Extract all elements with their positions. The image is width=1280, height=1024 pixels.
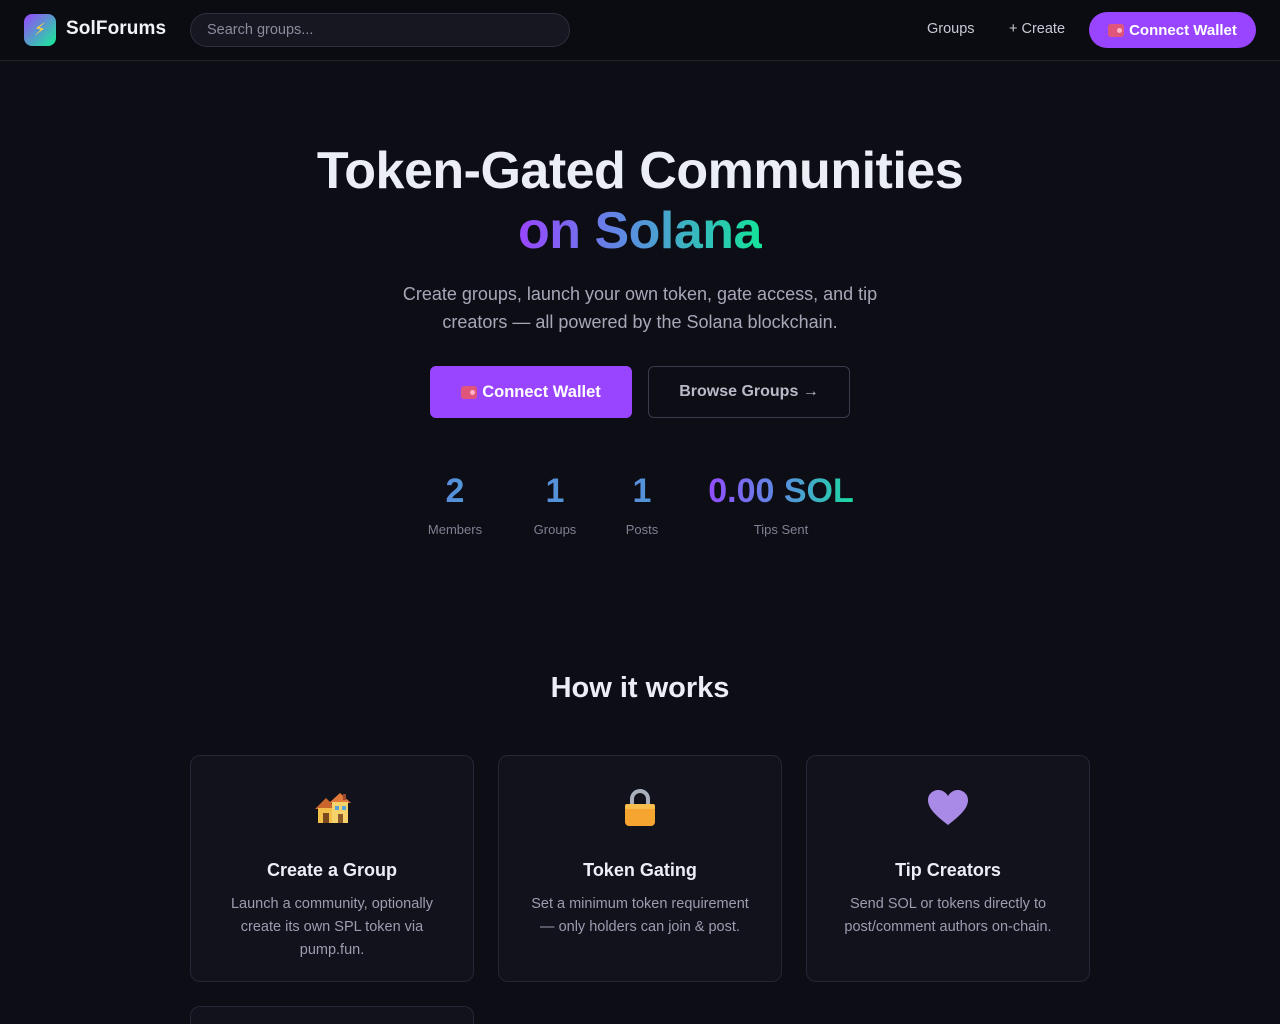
hero-title-accent: on Solana	[0, 200, 1280, 262]
stat-members-label: Members	[427, 522, 483, 537]
heart-icon	[807, 788, 1089, 828]
card-title: Create a Group	[266, 860, 398, 880]
stat-tips: 0.00 SOL Tips Sent	[700, 470, 862, 537]
stat-tips-label: Tips Sent	[753, 522, 809, 537]
stat-groups-value: 1	[515, 470, 595, 512]
card-description: Send SOL or tokens directly to post/comm…	[844, 896, 1052, 935]
connect-wallet-label: Connect Wallet	[1129, 21, 1237, 39]
stat-members-value: 2	[415, 470, 495, 512]
hero-title-accent-text: on Solana	[518, 202, 762, 260]
card-title: Tip Creators	[895, 860, 1001, 880]
nav-groups-link[interactable]: Groups	[927, 21, 975, 37]
stat-tips-value: 0.00 SOL	[700, 470, 862, 512]
nav-create-link[interactable]: + Create	[1009, 21, 1065, 37]
wallet-icon	[1108, 23, 1125, 37]
feature-card-token-gating: Token Gating Set a minimum token require…	[498, 755, 782, 982]
card-description: Launch a community, optionally create it…	[230, 896, 434, 958]
search-input[interactable]	[190, 13, 570, 47]
hero-connect-wallet-button[interactable]: Connect Wallet	[430, 366, 632, 418]
feature-card-tip-creators: Tip Creators Send SOL or tokens directly…	[806, 755, 1090, 982]
stat-posts-label: Posts	[625, 522, 659, 537]
hero-subtitle: Create groups, launch your own token, ga…	[402, 284, 878, 332]
card-description: Set a minimum token requirement — only h…	[531, 896, 749, 935]
top-navbar: ⚡ SolForums Groups + Create Connect Wall…	[0, 0, 1280, 61]
lock-icon	[499, 788, 781, 828]
browse-groups-button[interactable]: Browse Groups →	[648, 366, 850, 418]
hero-connect-wallet-label: Connect Wallet	[482, 382, 601, 401]
feature-card-partial	[190, 1006, 474, 1024]
house-icon	[191, 788, 473, 828]
lightning-logo-icon[interactable]: ⚡	[24, 14, 56, 46]
stat-posts-value: 1	[602, 470, 682, 512]
stat-groups: 1 Groups	[515, 470, 595, 537]
feature-card-create-group: Create a Group Launch a community, optio…	[190, 755, 474, 982]
how-it-works-heading: How it works	[550, 672, 730, 704]
stat-posts: 1 Posts	[602, 470, 682, 537]
connect-wallet-button[interactable]: Connect Wallet	[1089, 12, 1256, 48]
brand-name[interactable]: SolForums	[66, 18, 166, 40]
stat-members: 2 Members	[415, 470, 495, 537]
hero-title: Token-Gated Communities	[316, 142, 964, 200]
stat-groups-label: Groups	[533, 522, 577, 537]
card-title: Token Gating	[583, 860, 697, 880]
wallet-icon	[461, 385, 478, 399]
